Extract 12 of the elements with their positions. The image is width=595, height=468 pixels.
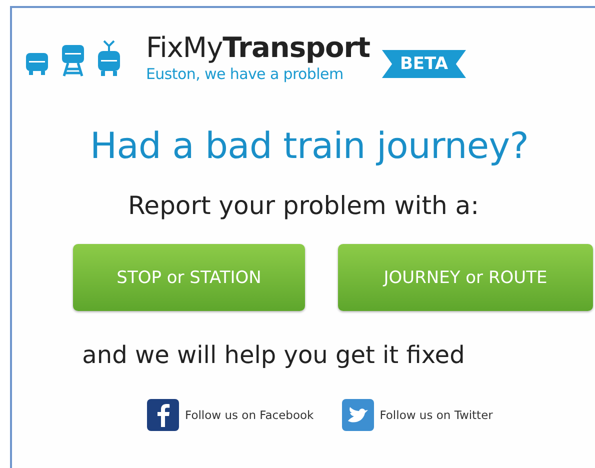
- social-link[interactable]: Follow us on Twitter: [342, 399, 493, 431]
- social-link[interactable]: Follow us on Facebook: [147, 399, 314, 431]
- tram-icon: [96, 39, 122, 77]
- outro-text: and we will help you get it fixed: [81, 341, 466, 369]
- logo-text: FixMyTransport: [146, 32, 370, 64]
- train-icon: [60, 43, 86, 77]
- facebook-icon: [147, 399, 179, 431]
- intro-text: Report your problem with a:: [126, 191, 480, 220]
- main-heading: Had a bad train journey?: [90, 126, 530, 167]
- bird-icon: [342, 399, 374, 431]
- beta-ribbon: BETA: [382, 50, 466, 78]
- tagline: Euston, we have a problem: [146, 64, 344, 84]
